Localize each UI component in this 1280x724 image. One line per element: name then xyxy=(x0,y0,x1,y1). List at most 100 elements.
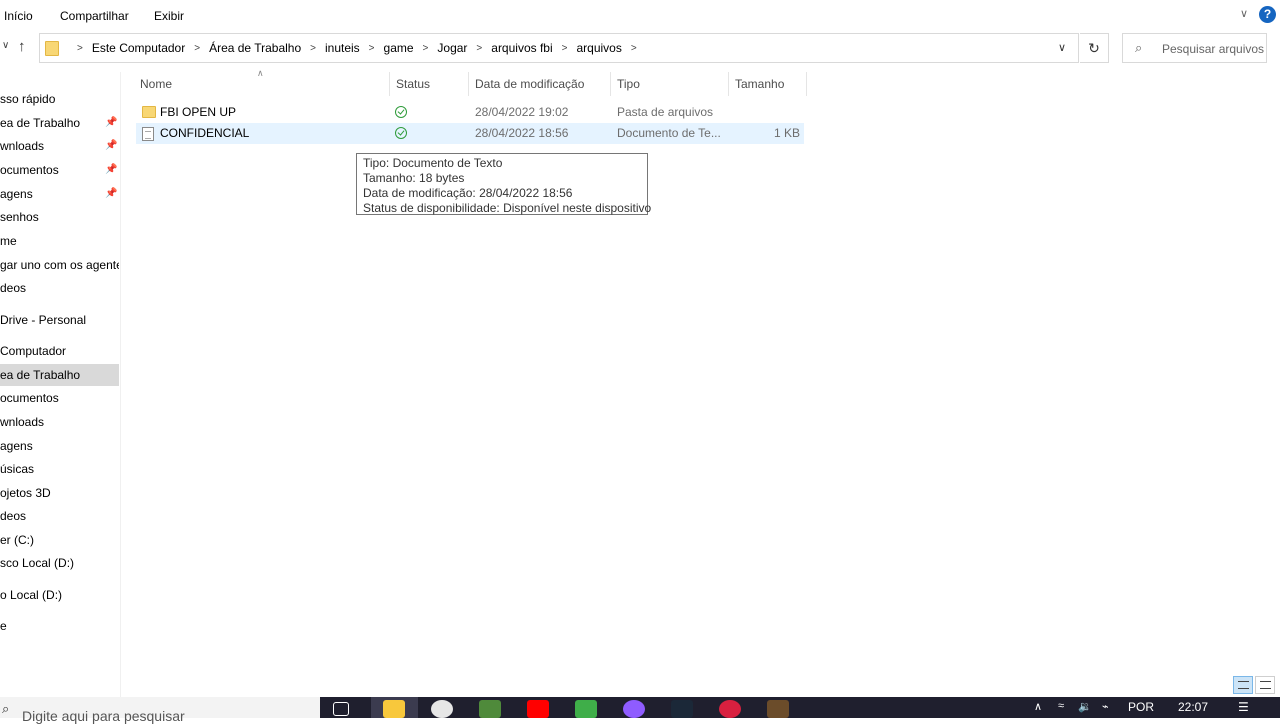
sidebar-item-label: o Local (D:) xyxy=(0,588,63,602)
sidebar-item-disco-local-d-2[interactable]: o Local (D:) xyxy=(0,584,119,606)
status-available-icon xyxy=(395,106,407,118)
breadcrumb-separator-icon[interactable]: > xyxy=(631,43,637,54)
file-type: Pasta de arquivos xyxy=(617,105,714,119)
sidebar-item-documentos-pinned[interactable]: ocumentos 📌 xyxy=(0,159,119,181)
clock-time[interactable]: 22:07 xyxy=(1178,700,1208,714)
breadcrumb-area-de-trabalho[interactable]: Área de Trabalho xyxy=(209,41,301,55)
sidebar-item-label: ocumentos xyxy=(0,391,59,405)
search-input[interactable]: ⌕ Pesquisar arquivos xyxy=(1122,33,1267,63)
up-arrow-icon[interactable]: ↑ xyxy=(18,38,26,55)
column-header-status[interactable]: Status xyxy=(390,72,469,96)
recent-locations-chevron-icon[interactable]: ∨ xyxy=(2,40,9,51)
address-bar[interactable]: > Este Computador > Área de Trabalho > i… xyxy=(39,33,1079,63)
file-name: CONFIDENCIAL xyxy=(160,126,250,140)
column-header-nome[interactable]: Nome xyxy=(134,72,390,96)
breadcrumb-separator-icon[interactable]: > xyxy=(369,43,375,54)
sidebar-item-game[interactable]: me xyxy=(0,230,119,252)
breadcrumb-separator-icon[interactable]: > xyxy=(423,43,429,54)
sidebar-item-area-de-trabalho-pinned[interactable]: ea de Trabalho 📌 xyxy=(0,112,119,134)
game-icon[interactable] xyxy=(767,700,789,718)
breadcrumb-game[interactable]: game xyxy=(384,41,414,55)
taskbar-search-input[interactable]: ⌕ Digite aqui para pesquisar xyxy=(0,697,320,724)
discord-like-icon[interactable] xyxy=(623,700,645,718)
sidebar-item-musicas[interactable]: úsicas xyxy=(0,458,119,480)
notifications-icon[interactable]: ☰ xyxy=(1238,700,1249,714)
tab-compartilhar[interactable]: Compartilhar xyxy=(60,9,129,23)
sidebar-item-documentos[interactable]: ocumentos xyxy=(0,387,119,409)
sidebar-item-rede[interactable]: e xyxy=(0,615,119,637)
sidebar-item-imagens[interactable]: agens xyxy=(0,435,119,457)
address-row: ∨ ↑ > Este Computador > Área de Trabalho… xyxy=(0,30,1280,66)
search-placeholder: Pesquisar arquivos xyxy=(1162,42,1265,56)
sidebar-item-objetos-3d[interactable]: ojetos 3D xyxy=(0,482,119,504)
sidebar-item-label: úsicas xyxy=(0,462,35,476)
breadcrumb-separator-icon[interactable]: > xyxy=(476,43,482,54)
sidebar-item-onedrive[interactable]: Drive - Personal xyxy=(0,309,119,331)
sidebar-item-label: deos xyxy=(0,509,27,523)
sidebar-item-label: gar uno com os agentes xyxy=(0,258,119,272)
text-document-icon xyxy=(142,127,154,141)
breadcrumb-arquivos-fbi[interactable]: arquivos fbi xyxy=(491,41,552,55)
breadcrumb-separator-icon[interactable]: > xyxy=(77,43,83,54)
breadcrumb-separator-icon[interactable]: > xyxy=(310,43,316,54)
sidebar-item-label: deos xyxy=(0,281,27,295)
tab-exibir[interactable]: Exibir xyxy=(154,9,184,23)
folder-icon xyxy=(45,41,59,56)
sidebar-item-imagens-pinned[interactable]: agens 📌 xyxy=(0,183,119,205)
steam-icon[interactable] xyxy=(671,700,693,718)
tooltip-size: Tamanho: 18 bytes xyxy=(363,171,465,185)
volume-icon[interactable]: 🔉 xyxy=(1078,700,1092,713)
breadcrumb: > Este Computador > Área de Trabalho > i… xyxy=(68,34,646,62)
obs-icon[interactable] xyxy=(431,700,453,718)
sidebar-item-jogar-uno[interactable]: gar uno com os agentes xyxy=(0,254,119,276)
sidebar-item-drive-c[interactable]: er (C:) xyxy=(0,529,119,551)
sidebar-item-downloads[interactable]: wnloads xyxy=(0,411,119,433)
sidebar-item-area-de-trabalho[interactable]: ea de Trabalho xyxy=(0,364,119,386)
breadcrumb-separator-icon[interactable]: > xyxy=(194,43,200,54)
sidebar-item-disco-local-d[interactable]: sco Local (D:) xyxy=(0,552,119,574)
details-view-button[interactable] xyxy=(1233,676,1253,694)
column-header-tamanho[interactable]: Tamanho xyxy=(729,72,807,96)
sidebar-item-label: agens xyxy=(0,439,33,453)
sidebar-item-downloads-pinned[interactable]: wnloads 📌 xyxy=(0,135,119,157)
file-size: 1 KB xyxy=(773,126,800,140)
power-icon[interactable]: ⌁ xyxy=(1102,700,1109,713)
tab-inicio[interactable]: Início xyxy=(4,9,33,23)
breadcrumb-inuteis[interactable]: inuteis xyxy=(325,41,360,55)
sidebar-item-label: ea de Trabalho xyxy=(0,368,81,382)
sidebar-item-acesso-rapido[interactable]: sso rápido xyxy=(0,88,119,110)
tray-chevron-icon[interactable]: ∧ xyxy=(1034,700,1042,713)
green-app-icon[interactable] xyxy=(575,700,597,718)
breadcrumb-este-computador[interactable]: Este Computador xyxy=(92,41,185,55)
opera-icon[interactable] xyxy=(719,700,741,718)
breadcrumb-arquivos[interactable]: arquivos xyxy=(576,41,621,55)
breadcrumb-separator-icon[interactable]: > xyxy=(562,43,568,54)
column-header-tipo[interactable]: Tipo xyxy=(611,72,729,96)
task-view-icon[interactable] xyxy=(333,702,349,716)
sidebar-item-este-computador[interactable]: Computador xyxy=(0,340,119,362)
sidebar-item-label: ocumentos xyxy=(0,163,59,177)
refresh-icon[interactable]: ↻ xyxy=(1080,33,1109,63)
pin-icon: 📌 xyxy=(105,140,118,151)
pin-icon: 📌 xyxy=(105,117,118,128)
youtube-icon[interactable] xyxy=(527,700,549,718)
file-row[interactable]: FBI OPEN UP 28/04/2022 19:02 Pasta de ar… xyxy=(136,102,804,123)
sidebar-item-videos[interactable]: deos xyxy=(0,505,119,527)
sidebar-item-videos-quick[interactable]: deos xyxy=(0,277,119,299)
ribbon-expand-chevron-icon[interactable]: ∨ xyxy=(1240,7,1248,20)
file-info-tooltip: Tipo: Documento de Texto Tamanho: 18 byt… xyxy=(356,153,651,215)
pin-icon: 📌 xyxy=(105,164,118,175)
sidebar-item-desenhos[interactable]: senhos xyxy=(0,206,119,228)
help-icon[interactable]: ? xyxy=(1259,6,1276,23)
file-explorer-icon[interactable] xyxy=(383,700,405,718)
column-header-data-modificacao[interactable]: Data de modificação xyxy=(469,72,611,96)
address-dropdown-chevron-icon[interactable]: ∨ xyxy=(1058,41,1066,54)
language-indicator[interactable]: POR xyxy=(1128,700,1154,714)
network-icon[interactable]: ≈ xyxy=(1058,700,1064,712)
minecraft-icon[interactable] xyxy=(479,700,501,718)
large-icons-view-button[interactable] xyxy=(1255,676,1275,694)
file-row[interactable]: CONFIDENCIAL 28/04/2022 18:56 Documento … xyxy=(136,123,804,144)
taskbar: ⌕ Digite aqui para pesquisar ∧ ≈ 🔉 ⌁ POR… xyxy=(0,697,1280,724)
sidebar-item-label: Drive - Personal xyxy=(0,313,87,327)
breadcrumb-jogar[interactable]: Jogar xyxy=(437,41,467,55)
